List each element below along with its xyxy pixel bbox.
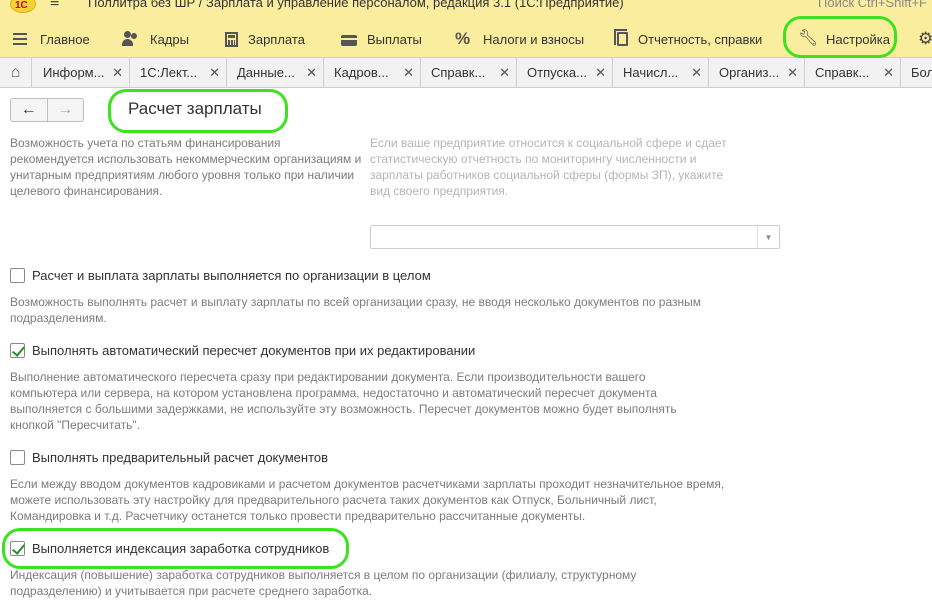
option-payroll-by-organization[interactable]: Расчет и выплата зарплаты выполняется по…	[10, 266, 431, 284]
section-reports[interactable]: Отчетность, справки	[614, 20, 763, 57]
tab-window[interactable]: Отпуска... ✕	[517, 58, 613, 87]
close-icon[interactable]: ✕	[883, 58, 894, 87]
section-settings[interactable]: 🔧︎ Настройка	[798, 20, 890, 57]
checkbox-label[interactable]: Выполнять автоматический пересчет докуме…	[32, 343, 475, 358]
menu-lines-icon	[12, 30, 30, 48]
tab-window[interactable]: Начисл... ✕	[613, 58, 709, 87]
page-title: Расчет зарплаты	[128, 99, 262, 118]
wrench-icon: 🔧︎	[798, 30, 819, 47]
section-taxes[interactable]: % Налоги и взносы	[455, 20, 585, 57]
section-payroll[interactable]: Зарплата	[225, 20, 305, 57]
tab-window[interactable]: Бол	[901, 58, 932, 87]
option-auto-recalc[interactable]: Выполнять автоматический пересчет докуме…	[10, 341, 475, 359]
home-icon[interactable]: ⌂	[0, 58, 32, 87]
documents-icon	[614, 29, 628, 46]
main-menu-icon[interactable]: ≡	[50, 0, 59, 12]
close-icon[interactable]: ✕	[595, 58, 606, 87]
section-main[interactable]: Главное	[12, 20, 90, 57]
close-icon[interactable]: ✕	[209, 58, 220, 87]
tab-window[interactable]: Организ... ✕	[709, 58, 805, 87]
checkbox[interactable]	[10, 540, 25, 556]
social-sphere-hint: Если ваше предприятие относится к социал…	[370, 136, 727, 198]
tab-window[interactable]: Справк... ✕	[421, 58, 517, 87]
window-titlebar: 1С ≡ Поллитра без ШР / Зарплата и управл…	[0, 0, 932, 20]
navigation-buttons: ← →	[10, 98, 84, 122]
close-icon[interactable]: ✕	[499, 58, 510, 87]
search-shortcut-hint[interactable]: Поиск Ctrl+Shift+F	[818, 0, 927, 10]
settings-gear[interactable]: ⚙	[918, 20, 932, 57]
checkbox-label[interactable]: Выполнять предварительный расчет докумен…	[32, 450, 328, 465]
tab-window[interactable]: Информ... ✕	[33, 58, 130, 87]
checkbox[interactable]	[10, 267, 25, 283]
checkbox[interactable]	[10, 449, 25, 465]
app-logo: 1С	[10, 0, 36, 13]
tab-window[interactable]: Данные... ✕	[227, 58, 324, 87]
option-hint: Индексация (повышение) заработка сотрудн…	[10, 568, 637, 598]
section-payments[interactable]: Выплаты	[341, 20, 422, 57]
tab-window[interactable]: Кадров... ✕	[324, 58, 421, 87]
section-label: Отчетность, справки	[638, 31, 763, 47]
window-title: Поллитра без ШР / Зарплата и управление …	[88, 0, 624, 10]
section-label: Главное	[40, 31, 90, 47]
section-hr[interactable]: Кадры	[122, 20, 189, 57]
close-icon[interactable]: ✕	[403, 58, 414, 87]
tab-window[interactable]: 1С:Лект... ✕	[130, 58, 227, 87]
open-windows-tabs: ⌂ Информ... ✕ 1С:Лект... ✕ Данные... ✕ Кадр…	[0, 58, 932, 88]
wallet-icon	[341, 34, 357, 46]
close-icon[interactable]: ✕	[306, 58, 317, 87]
chevron-down-icon[interactable]: ▼	[757, 226, 779, 248]
section-label: Выплаты	[367, 31, 422, 47]
social-sphere-select[interactable]: ▼	[370, 225, 780, 249]
close-icon[interactable]: ✕	[112, 58, 123, 87]
option-earnings-indexation[interactable]: Выполняется индексация заработка сотрудн…	[10, 539, 329, 557]
close-icon[interactable]: ✕	[787, 58, 798, 87]
section-label: Зарплата	[248, 31, 305, 47]
gear-icon: ⚙	[918, 29, 932, 48]
option-hint: Возможность выполнять расчет и выплату з…	[10, 295, 701, 325]
checkbox-label[interactable]: Выполняется индексация заработка сотрудн…	[32, 541, 329, 556]
option-hint: Выполнение автоматического пересчета сра…	[10, 370, 677, 432]
back-arrow-icon[interactable]: ←	[11, 99, 48, 121]
option-hint: Если между вводом документов кадровиками…	[10, 477, 725, 523]
calculator-icon	[225, 31, 238, 47]
checkbox-label[interactable]: Расчет и выплата зарплаты выполняется по…	[32, 268, 431, 283]
financing-hint: Возможность учета по статьям финансирова…	[10, 136, 362, 198]
forward-arrow-icon[interactable]: →	[48, 99, 84, 121]
checkbox[interactable]	[10, 342, 25, 358]
people-icon	[122, 30, 140, 48]
option-preliminary-calc[interactable]: Выполнять предварительный расчет докумен…	[10, 448, 328, 466]
section-label: Настройка	[826, 31, 890, 47]
section-label: Налоги и взносы	[483, 31, 585, 47]
percent-icon: %	[455, 29, 471, 48]
section-label: Кадры	[150, 31, 189, 47]
tab-window[interactable]: Справк... ✕	[805, 58, 901, 87]
sections-panel: Главное Кадры Зарплата Выплаты % Налоги …	[0, 20, 932, 58]
close-icon[interactable]: ✕	[691, 58, 702, 87]
